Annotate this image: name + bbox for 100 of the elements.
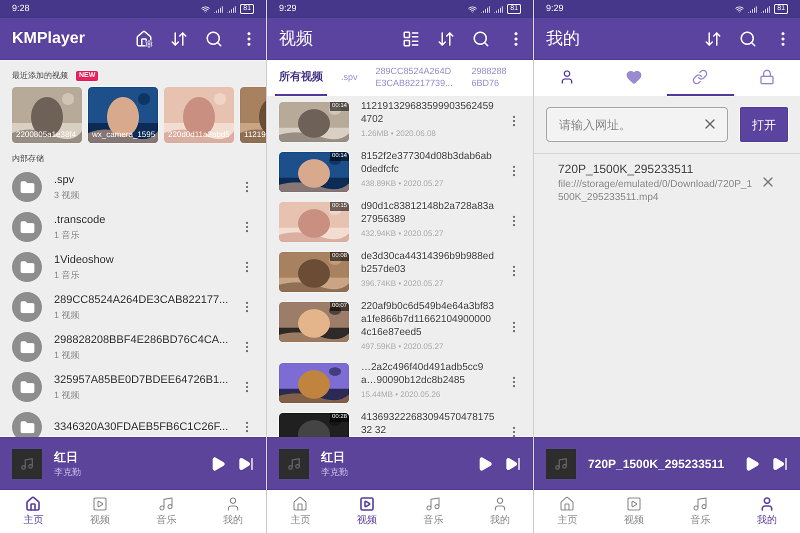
folder-icon [12, 412, 42, 437]
search-icon[interactable] [205, 30, 223, 48]
wifi-icon [735, 4, 744, 14]
folder-row[interactable]: .transcode 1 音乐 [12, 207, 254, 247]
folder-icon [12, 172, 42, 202]
wifi-icon [468, 4, 478, 14]
user-icon [758, 496, 775, 512]
video-title: 41369322268309457047817532 32 [361, 411, 495, 437]
folder-row[interactable]: 1Videoshow 1 音乐 [12, 247, 254, 287]
video-caption: 2200805a1e38f4 [16, 129, 76, 141]
status-time: 9:29 [279, 2, 297, 16]
signal-icon [227, 4, 236, 14]
search-icon[interactable] [739, 30, 757, 48]
nav-tab[interactable]: 主页 [534, 490, 600, 533]
house-gear-icon[interactable] [135, 30, 153, 48]
folder-name: 289CC8524A264DE3CAB822177... [54, 293, 228, 308]
history-row[interactable]: 720P_1500K_295233511 file:///storage/emulated/0/Download/720P_1500K_295233511.mp4 [534, 154, 800, 210]
history-title: 720P_1500K_295233511 [558, 161, 694, 178]
nav-tab[interactable]: 主页 [267, 490, 334, 533]
music-icon [158, 496, 174, 512]
status-time: 9:29 [546, 2, 564, 16]
nav-tab[interactable]: 我的 [200, 490, 266, 533]
video-title: 8152f2e377304d08b3dab6ab0dedfcfc [361, 150, 493, 176]
search-icon[interactable] [472, 30, 490, 48]
track-title: 720P_1500K_295233511 [588, 456, 726, 472]
history-path: file:///storage/emulated/0/Download/720P_1500K_295233511.mp4 [558, 178, 752, 204]
nav-tab[interactable]: 视频 [600, 490, 667, 533]
url-field[interactable]: 请输入网址。 [546, 107, 728, 142]
folder-name: 298828208BBF4E286BD76C4CA... [54, 333, 228, 348]
music-icon [692, 496, 708, 512]
video-caption: 11219 [244, 129, 266, 141]
folder-name: 325957A85BE0D7BDEE64726B1... [54, 373, 228, 388]
folder-name: .spv [54, 173, 76, 188]
status-time: 9:28 [12, 2, 30, 16]
sort-icon[interactable] [170, 30, 188, 48]
folder-icon [12, 372, 42, 402]
folder-row[interactable]: .spv 3 视频 [12, 167, 254, 207]
recent-video-thumbnail[interactable]: wx_camera_1595 [88, 87, 158, 143]
folder-count: 1 视频 [54, 348, 81, 362]
folder-count: 1 视频 [54, 308, 81, 322]
home-icon [292, 496, 308, 512]
home-icon [559, 496, 576, 512]
video-title: de3d30ca44314396b9b988edb257de03 [361, 250, 495, 276]
mini-player[interactable]: 红日 李克勤 [267, 437, 533, 490]
nav-tab[interactable]: 我的 [466, 490, 533, 533]
mini-player[interactable]: 红日 李克勤 [0, 437, 266, 490]
sort-icon[interactable] [704, 30, 722, 48]
folder-name: .transcode [54, 213, 106, 228]
nav-tab[interactable]: 我的 [734, 490, 800, 533]
folder-name: 3346320A30FDAEB5FB6C1C26F... [54, 420, 228, 435]
nav-tab[interactable]: 音乐 [133, 490, 200, 533]
open-button[interactable]: 打开 [740, 107, 788, 142]
video-icon [92, 496, 108, 512]
play-icon[interactable] [744, 456, 760, 472]
folder-name: 1Videoshow [54, 253, 115, 268]
next-icon[interactable] [505, 456, 521, 472]
folder-icon [12, 292, 42, 322]
track-artist: 李克勤 [54, 466, 82, 479]
nav-tab[interactable]: 视频 [334, 490, 400, 533]
video-row[interactable]: …2a2c496f40d491adb5cc9a…90090b12dc8b2485 15.44MB • 2020.05.26 [279, 357, 521, 407]
video-title: d90d1c83812148b2a728a83a27956389 [361, 200, 495, 226]
nav-tab[interactable]: 主页 [0, 490, 66, 533]
nav-tab[interactable]: 音乐 [400, 490, 466, 533]
next-icon[interactable] [772, 456, 788, 472]
video-title: 220af9b0c6d549b4e64a3bf83a1fe866b7d116621049000004c16e87eed5 [361, 300, 495, 339]
nav-tab[interactable]: 音乐 [667, 490, 734, 533]
list-view-icon[interactable] [402, 30, 420, 48]
folder-row[interactable]: 289CC8524A264DE3CAB822177... 1 视频 [12, 287, 254, 327]
track-title: 红日 [321, 448, 346, 466]
app-title: 我的 [546, 28, 580, 50]
folder-icon [12, 332, 42, 362]
play-icon[interactable] [210, 456, 226, 472]
lock-icon [758, 69, 775, 85]
signal-icon [494, 4, 504, 14]
sort-icon[interactable] [437, 30, 455, 48]
folder-icon [12, 212, 42, 242]
signal-icon [214, 4, 224, 14]
video-title: …2a2c496f40d491adb5cc9a…90090b12dc8b2485 [361, 361, 484, 387]
recent-video-thumbnail[interactable]: 11219 [240, 87, 266, 143]
play-icon[interactable] [477, 456, 493, 472]
track-artist: 李克勤 [321, 466, 349, 479]
folder-row[interactable]: 298828208BBF4E286BD76C4CA... 1 视频 [12, 327, 254, 367]
album-art-icon [546, 448, 576, 478]
wifi-icon [201, 4, 210, 14]
nav-tab[interactable]: 视频 [66, 490, 133, 533]
video-meta: 432.94KB • 2020.05.27 [361, 228, 444, 240]
folder-row[interactable]: 325957A85BE0D7BDEE64726B1... 1 视频 [12, 367, 254, 407]
folder-icon [12, 252, 42, 282]
video-meta: 438.89KB • 2020.05.27 [361, 178, 444, 190]
music-icon [425, 496, 442, 512]
next-icon[interactable] [238, 456, 254, 472]
signal-icon [748, 4, 758, 14]
video-meta: 1.26MB • 2020.06.08 [361, 128, 437, 140]
video-icon [626, 496, 642, 512]
video-caption: wx_camera_1595 [92, 129, 156, 141]
section-title: 内部存储 [12, 153, 45, 165]
home-icon [25, 496, 42, 512]
folder-count: 1 音乐 [54, 268, 81, 282]
folder-count: 1 音乐 [54, 228, 81, 242]
mini-player[interactable]: 720P_1500K_295233511 [534, 437, 800, 490]
